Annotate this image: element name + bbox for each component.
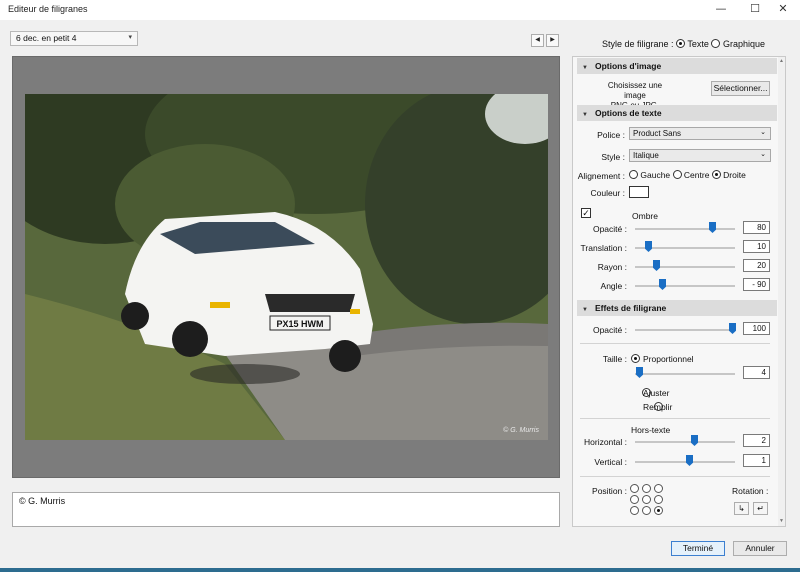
vertical-track [635, 461, 735, 463]
text-options-header[interactable]: ▼ Options de texte [577, 105, 777, 121]
divider [580, 476, 770, 477]
divider [580, 418, 770, 419]
watermark-overlay: © G. Murris [503, 427, 539, 434]
panel-scrollbar[interactable] [778, 57, 785, 526]
watermark-style-label: Style de filigrane : [602, 39, 674, 49]
horizontal-input[interactable]: 2 [743, 434, 770, 447]
effects-opacity-track [635, 329, 735, 331]
position-bottom-right[interactable] [654, 506, 663, 515]
angle-input[interactable]: - 90 [743, 278, 770, 291]
radius-track [635, 266, 735, 268]
rotate-left-icon: ↳ [738, 504, 745, 513]
style-label: Style : [601, 152, 625, 162]
align-right-radio[interactable] [711, 170, 721, 179]
watermark-text-value: © G. Murris [19, 496, 66, 506]
chevron-down-icon: ⌄ [760, 151, 766, 158]
style-dropdown[interactable]: Italique ⌄ [629, 149, 771, 162]
shadow-checkbox[interactable]: ✓ [581, 208, 591, 218]
horizontal-label: Horizontal : [584, 437, 627, 447]
title-bar: Editeur de filigranes — ☐ ✕ [0, 0, 800, 20]
shadow-label: Ombre [632, 211, 658, 221]
translation-input[interactable]: 10 [743, 240, 770, 253]
font-dropdown[interactable]: Product Sans ⌄ [629, 127, 771, 140]
select-image-button[interactable]: Sélectionner... [711, 81, 770, 96]
position-top-center[interactable] [642, 484, 651, 493]
alignment-label: Alignement : [577, 171, 625, 181]
rotate-left-button[interactable]: ↳ [734, 502, 749, 515]
font-label: Police : [597, 130, 625, 140]
size-proportional-radio[interactable] [631, 354, 640, 363]
inset-label: Hors-texte [631, 425, 671, 435]
position-grid [630, 484, 664, 518]
cancel-button[interactable]: Annuler [733, 541, 787, 556]
done-button[interactable]: Terminé [671, 541, 725, 556]
align-left-radio[interactable] [629, 170, 638, 179]
shadow-opacity-label: Opacité : [592, 224, 627, 234]
rotate-right-icon: ↵ [757, 504, 764, 513]
rotation-label: Rotation : [732, 486, 769, 496]
horizontal-track [635, 441, 735, 443]
color-label: Couleur : [590, 188, 626, 198]
shadow-opacity-input[interactable]: 80 [743, 221, 770, 234]
collapse-triangle-icon: ▼ [582, 307, 588, 313]
license-plate-text: PX15 HWM [276, 319, 323, 329]
collapse-triangle-icon: ▼ [582, 65, 588, 71]
position-top-right[interactable] [654, 484, 663, 493]
position-label: Position : [592, 486, 627, 496]
size-fill-label: Remplir [643, 402, 673, 412]
size-proportional-label: Proportionnel [643, 354, 694, 364]
angle-label: Angle : [600, 281, 627, 291]
size-input[interactable]: 4 [743, 366, 770, 379]
style-graphic-label: Graphique [722, 39, 765, 49]
minimize-button[interactable]: — [704, 0, 738, 20]
style-graphic-radio[interactable] [711, 39, 721, 48]
next-image-button[interactable]: ▶ [546, 34, 559, 47]
position-bottom-left[interactable] [630, 506, 639, 515]
shadow-opacity-track [635, 228, 735, 230]
align-center-radio[interactable] [672, 170, 682, 179]
position-middle-right[interactable] [654, 495, 663, 504]
alignment-options: Gauche Centre Droite [629, 170, 746, 180]
previous-image-button[interactable]: ◀ [531, 34, 544, 47]
rally-car-image: PX15 HWM [25, 94, 548, 440]
effects-opacity-label: Opacité : [592, 325, 627, 335]
size-label: Taille : [602, 354, 627, 364]
watermark-text-input[interactable]: © G. Murris [12, 492, 560, 527]
preview-photo: PX15 HWM © G. Murris [25, 94, 548, 440]
scroll-down-icon[interactable]: ▼ [779, 518, 784, 524]
position-middle-left[interactable] [630, 495, 639, 504]
size-track [635, 373, 735, 375]
translation-label: Translation : [580, 243, 627, 253]
position-bottom-center[interactable] [642, 506, 651, 515]
scroll-up-icon[interactable]: ▲ [779, 58, 784, 64]
chevron-down-icon: ▾ [128, 34, 132, 41]
position-center[interactable] [642, 495, 651, 504]
size-fit-label: Ajuster [643, 388, 670, 398]
angle-track [635, 285, 735, 287]
window-title: Editeur de filigranes [8, 4, 88, 14]
rotate-right-button[interactable]: ↵ [753, 502, 768, 515]
color-swatch[interactable] [629, 186, 649, 198]
style-text-label: Texte [687, 39, 709, 49]
watermark-style-row: Style de filigrane : Texte Graphique [602, 39, 765, 49]
preset-dropdown[interactable]: 6 dec. en petit 4 ▾ [10, 31, 138, 46]
vertical-input[interactable]: 1 [743, 454, 770, 467]
style-text-radio[interactable] [676, 39, 686, 48]
divider [580, 343, 770, 344]
close-button[interactable]: ✕ [766, 0, 800, 20]
chevron-down-icon: ⌄ [760, 129, 766, 136]
window-bottom-border [0, 568, 800, 572]
image-options-header[interactable]: ▼ Options d'image [577, 58, 777, 74]
radius-label: Rayon : [597, 262, 627, 272]
vertical-label: Vertical : [594, 457, 627, 467]
effects-opacity-input[interactable]: 100 [743, 322, 770, 335]
preset-value: 6 dec. en petit 4 [16, 33, 77, 43]
radius-input[interactable]: 20 [743, 259, 770, 272]
effects-header[interactable]: ▼ Effets de filigrane [577, 300, 777, 316]
collapse-triangle-icon: ▼ [582, 112, 588, 118]
position-top-left[interactable] [630, 484, 639, 493]
